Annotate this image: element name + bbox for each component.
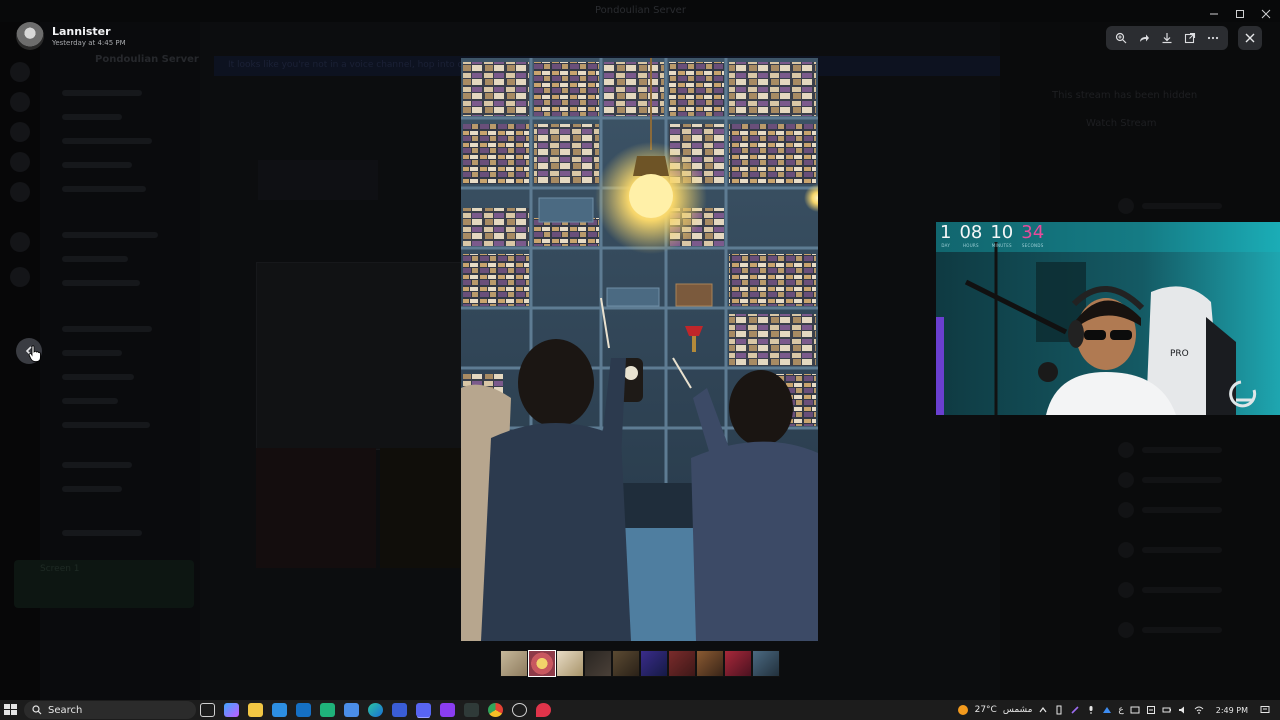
- weather-sun-icon[interactable]: [957, 704, 969, 716]
- edge-icon[interactable]: [368, 703, 383, 717]
- volume-icon[interactable]: [1178, 705, 1188, 715]
- photos-icon[interactable]: [344, 703, 359, 717]
- main-image: [461, 58, 818, 641]
- window-title: Pondoulian Server: [595, 5, 686, 16]
- security-icon[interactable]: [1146, 705, 1156, 715]
- chat-image: [380, 448, 466, 568]
- thumbnail[interactable]: [500, 650, 528, 677]
- author-name[interactable]: Lannister: [52, 25, 126, 39]
- chat-image: [256, 448, 376, 568]
- countdown-timer: 1 DAY 08 HOURS 10 MINUTES 34 SECONDS: [940, 223, 1044, 249]
- timer-hours-label: HOURS: [962, 243, 979, 248]
- minimize-icon[interactable]: [1208, 4, 1220, 15]
- screen: Pondoulian Server Pondoulian Server Scre…: [0, 0, 1280, 720]
- thumbnail[interactable]: [584, 650, 612, 677]
- timer-minutes: 10 MINUTES: [990, 223, 1013, 249]
- obs-icon[interactable]: [512, 703, 527, 717]
- weather-temp: 27°C: [974, 705, 997, 715]
- more-icon[interactable]: [1204, 29, 1222, 47]
- timer-seconds-label: SECONDS: [1021, 243, 1044, 248]
- task-view-icon[interactable]: [200, 703, 215, 717]
- timer-minutes-label: MINUTES: [991, 243, 1012, 248]
- author-header: Lannister Yesterday at 4:45 PM: [16, 22, 126, 50]
- timer-days-value: 1: [940, 222, 952, 243]
- window-titlebar: Pondoulian Server: [0, 0, 1280, 22]
- chair-text: PRO: [1170, 349, 1189, 359]
- user-panel: Screen 1: [14, 560, 194, 608]
- search-label: Search: [48, 704, 83, 716]
- twitch-icon[interactable]: [440, 703, 455, 717]
- teams-icon[interactable]: [320, 703, 335, 717]
- store-icon[interactable]: [272, 703, 287, 717]
- timer-days: 1 DAY: [940, 223, 951, 249]
- maps-pin-icon[interactable]: [536, 703, 551, 717]
- usb-icon[interactable]: [1054, 705, 1064, 715]
- thumbnail[interactable]: [668, 650, 696, 677]
- notifications-icon[interactable]: [1260, 705, 1270, 715]
- notice-banner-text: It looks like you're not in a voice chan…: [228, 60, 475, 70]
- server-name: Pondoulian Server: [95, 54, 199, 65]
- terminal-icon[interactable]: [464, 703, 479, 717]
- pen-icon[interactable]: [1070, 705, 1080, 715]
- search-icon: [32, 705, 42, 715]
- thumbnail[interactable]: [752, 650, 780, 677]
- user-panel-name: Screen 1: [40, 564, 80, 574]
- battery-icon[interactable]: [1162, 705, 1172, 715]
- taskbar: Search 27°C مشمس ع 2:49 PM: [0, 700, 1280, 720]
- streamer-video: PRO: [936, 222, 1280, 415]
- webcam-overlay: PRO 1 DAY 08 HOURS 10 MINUTES 34 SECONDS: [936, 222, 1280, 415]
- thumbnail-strip: [500, 650, 780, 677]
- chrome-icon[interactable]: [488, 703, 503, 717]
- mouse-cursor-icon: [28, 345, 41, 362]
- timer-hours-value: 08: [959, 222, 983, 243]
- timer-seconds: 34 SECONDS: [1021, 223, 1044, 249]
- stream-hidden-text: This stream has been hidden: [1052, 90, 1198, 101]
- post-timestamp: Yesterday at 4:45 PM: [52, 38, 126, 47]
- microphone-icon[interactable]: [1086, 705, 1096, 715]
- viewer-toolbar: [1106, 26, 1228, 50]
- chevron-up-icon[interactable]: [1038, 705, 1048, 715]
- taskbar-apps: [200, 703, 551, 717]
- timer-days-label: DAY: [941, 243, 951, 248]
- chat-image: [256, 262, 466, 450]
- copilot-icon[interactable]: [224, 703, 239, 717]
- thumbnail-active[interactable]: [528, 650, 556, 677]
- close-viewer-button[interactable]: [1238, 26, 1262, 50]
- timer-minutes-value: 10: [990, 222, 1014, 243]
- avatar: [16, 22, 44, 50]
- outlook-icon[interactable]: [296, 703, 311, 717]
- maximize-icon[interactable]: [1234, 4, 1246, 18]
- taskbar-search[interactable]: Search: [24, 701, 196, 719]
- network-icon[interactable]: [1130, 705, 1140, 715]
- wifi-icon[interactable]: [1194, 705, 1204, 715]
- download-icon[interactable]: [1158, 29, 1176, 47]
- thumbnail[interactable]: [612, 650, 640, 677]
- thumbnail[interactable]: [556, 650, 584, 677]
- app-tray-icon[interactable]: [1102, 705, 1112, 715]
- thumbnail[interactable]: [724, 650, 752, 677]
- wand-shop-photo: [461, 58, 818, 641]
- app-icon[interactable]: [392, 703, 407, 717]
- windows-start-icon[interactable]: [4, 704, 18, 716]
- taskbar-clock[interactable]: 2:49 PM: [1216, 706, 1248, 715]
- language-indicator[interactable]: ع: [1118, 705, 1123, 715]
- open-external-icon[interactable]: [1181, 29, 1199, 47]
- weather-desc: مشمس: [1002, 705, 1033, 715]
- timer-hours: 08 HOURS: [959, 223, 982, 249]
- forward-icon[interactable]: [1135, 29, 1153, 47]
- file-explorer-icon[interactable]: [248, 703, 263, 717]
- window-close-icon[interactable]: [1260, 4, 1272, 19]
- close-icon: [1245, 33, 1255, 43]
- thumbnail[interactable]: [696, 650, 724, 677]
- window-controls: [1208, 4, 1272, 19]
- zoom-icon[interactable]: [1112, 29, 1130, 47]
- thumbnail[interactable]: [640, 650, 668, 677]
- system-tray: 27°C مشمس ع 2:49 PM: [957, 700, 1280, 720]
- watch-stream-link: Watch Stream: [1086, 118, 1157, 129]
- discord-icon[interactable]: [416, 703, 431, 717]
- chat-embed: [258, 160, 378, 200]
- timer-seconds-value: 34: [1021, 222, 1045, 243]
